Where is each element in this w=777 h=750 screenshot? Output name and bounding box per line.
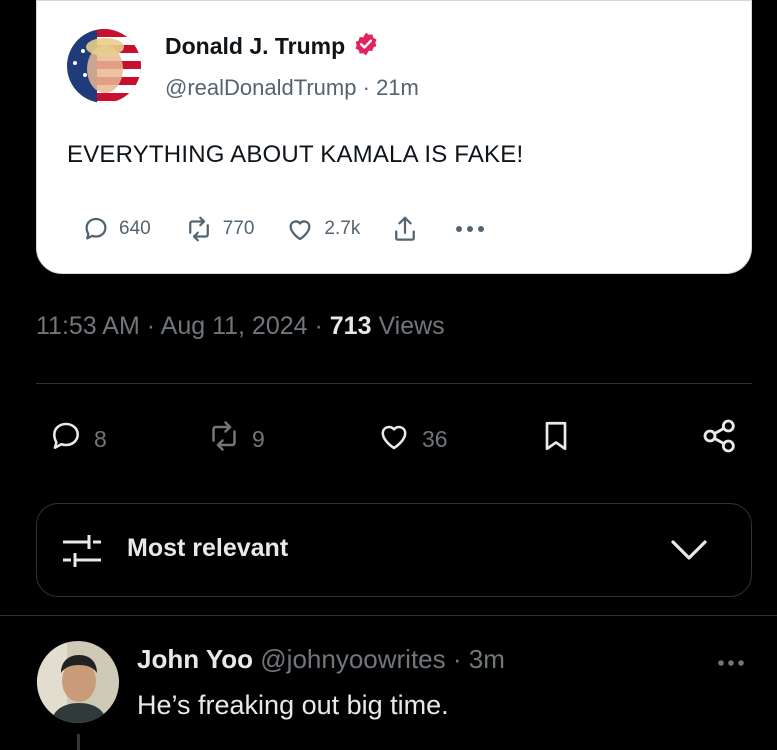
share-button[interactable] — [700, 416, 740, 462]
reply-author-name[interactable]: John Yoo — [137, 644, 253, 674]
share-network-icon — [700, 416, 740, 462]
separator-dot: · — [146, 312, 156, 340]
card-reply-count: 640 — [119, 218, 151, 239]
divider — [36, 383, 752, 384]
engagement-bar: 8 9 36 — [0, 412, 777, 458]
reply-button[interactable]: 8 — [46, 418, 107, 460]
sort-label: Most relevant — [127, 534, 289, 562]
post-time-ago[interactable]: 21m — [376, 75, 419, 100]
reply-more-button[interactable] — [716, 655, 746, 673]
card-like-count: 2.7k — [324, 218, 361, 239]
separator-dot: · — [362, 75, 370, 100]
divider — [0, 615, 777, 616]
more-icon — [454, 224, 486, 234]
views-label[interactable]: Views — [378, 312, 444, 340]
card-repost-button[interactable]: 770 — [183, 214, 255, 244]
card-reply-button[interactable]: 640 — [81, 214, 151, 244]
reply-header: John Yoo @johnyoowrites · 3m — [137, 644, 505, 675]
post-meta: 11:53 AM · Aug 11, 2024 · 713 Views — [36, 312, 445, 341]
card-repost-count: 770 — [222, 218, 255, 239]
repost-icon — [183, 214, 215, 244]
card-share-button[interactable] — [390, 213, 420, 245]
embedded-post-card[interactable]: Donald J. Trump @realDonaldTrump · 21m E… — [36, 0, 752, 274]
repost-button[interactable]: 9 — [204, 418, 265, 460]
share-icon — [390, 213, 420, 245]
verified-badge-icon — [353, 31, 379, 62]
post-text: EVERYTHING ABOUT KAMALA IS FAKE! — [67, 141, 524, 168]
author-handle-row: @realDonaldTrump · 21m — [165, 75, 419, 101]
author-name-row: Donald J. Trump — [165, 31, 379, 62]
card-like-button[interactable]: 2.7k — [284, 214, 360, 244]
like-icon — [374, 418, 414, 460]
reply-author-handle[interactable]: @johnyoowrites — [260, 644, 445, 674]
views-count[interactable]: 713 — [330, 312, 372, 340]
post-time[interactable]: 11:53 AM — [36, 312, 140, 340]
filter-icon — [61, 532, 103, 575]
chevron-down-icon — [669, 538, 709, 567]
post-date[interactable]: Aug 11, 2024 — [161, 312, 308, 340]
sort-replies-dropdown[interactable]: Most relevant — [36, 503, 752, 597]
bookmark-button[interactable] — [538, 416, 574, 462]
reply-author-avatar[interactable] — [37, 641, 119, 723]
card-more-button[interactable] — [454, 224, 486, 234]
thread-line — [77, 734, 80, 750]
like-icon — [284, 214, 316, 244]
like-count: 36 — [422, 425, 448, 452]
author-handle[interactable]: @realDonaldTrump — [165, 75, 356, 100]
repost-icon — [204, 418, 244, 460]
separator-dot: · — [452, 644, 462, 674]
author-name[interactable]: Donald J. Trump — [165, 33, 345, 60]
reply-time-ago[interactable]: 3m — [469, 644, 505, 674]
bookmark-icon — [538, 416, 574, 462]
author-avatar[interactable] — [67, 29, 141, 103]
reply-icon — [46, 418, 86, 460]
more-icon — [716, 655, 746, 672]
card-action-bar: 640 770 2.7k — [81, 213, 486, 245]
separator-dot: · — [314, 312, 323, 340]
page: Donald J. Trump @realDonaldTrump · 21m E… — [0, 0, 777, 750]
reply-text: He’s freaking out big time. — [137, 690, 449, 720]
repost-count: 9 — [252, 425, 265, 452]
like-button[interactable]: 36 — [374, 418, 448, 460]
reply-count: 8 — [94, 425, 107, 452]
reply-icon — [81, 214, 111, 244]
